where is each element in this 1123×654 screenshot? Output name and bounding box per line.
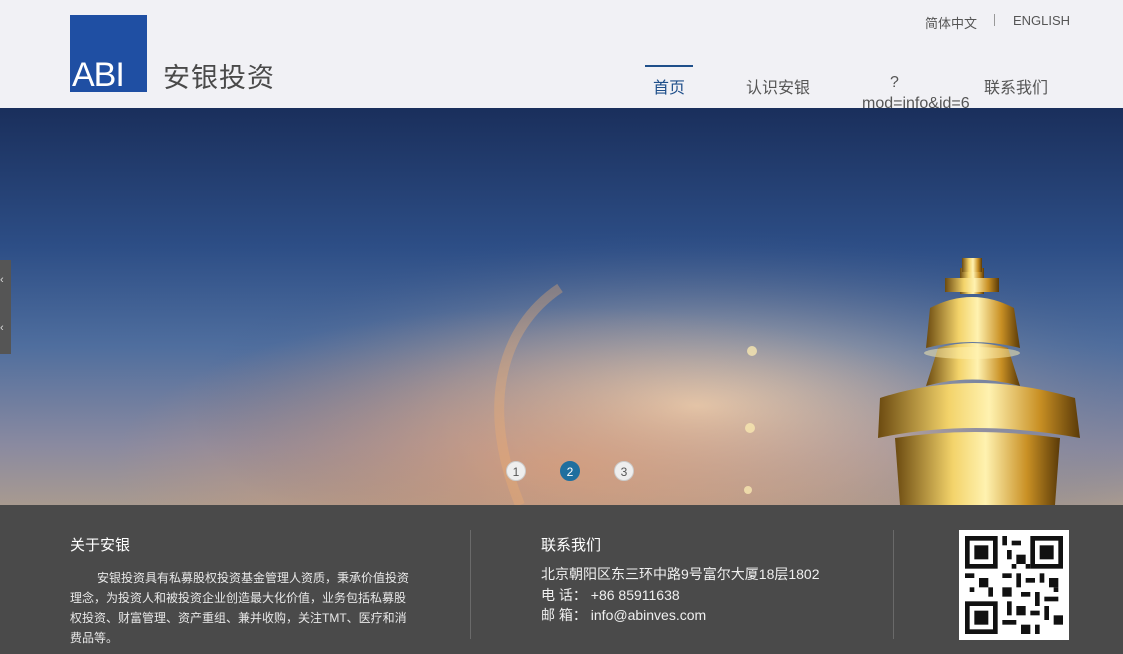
qr-code — [959, 530, 1069, 640]
logo[interactable]: ABI — [70, 15, 147, 92]
side-float-tab[interactable]: ‹ ‹ — [0, 260, 11, 354]
lang-chinese-link[interactable]: 简体中文 — [925, 13, 977, 32]
site-header: ABI 安银投资 简体中文 ENGLISH 首页 认识安银 ? mod=info… — [0, 0, 1123, 112]
site-footer: 关于安银 安银投资具有私募股权投资基金管理人资质，秉承价值投资理念，为投资人和被… — [0, 505, 1123, 654]
lang-english-link[interactable]: ENGLISH — [1013, 13, 1070, 28]
hero-banner[interactable] — [0, 108, 1123, 505]
slide-pagination: 1 2 3 — [0, 461, 1123, 481]
footer-email[interactable]: 邮 箱： info@abinves.com — [541, 605, 706, 625]
footer-about-text: 安银投资具有私募股权投资基金管理人资质，秉承价值投资理念，为投资人和被投资企业创… — [70, 571, 410, 645]
footer-divider — [470, 530, 471, 639]
nav-active-indicator — [645, 65, 693, 67]
nav-broken-link-text[interactable]: mod=info&id=6 — [862, 95, 970, 113]
nav-home[interactable]: 首页 — [645, 74, 693, 98]
footer-divider — [893, 530, 894, 639]
lang-divider — [994, 14, 995, 26]
slide-dot-1[interactable]: 1 — [506, 461, 526, 481]
nav-about[interactable]: 认识安银 — [746, 74, 810, 98]
nav-contact[interactable]: 联系我们 — [984, 74, 1048, 98]
arrow-icon: ‹ — [0, 322, 4, 334]
nav-broken-link[interactable]: ? — [890, 74, 899, 92]
slide-dot-2[interactable]: 2 — [560, 461, 580, 481]
footer-address: 北京朝阳区东三环中路9号富尔大厦18层1802 — [541, 566, 820, 582]
qr-code-image — [965, 536, 1063, 634]
slide-dot-3[interactable]: 3 — [614, 461, 634, 481]
logo-text: ABI — [72, 56, 125, 92]
footer-contact-title: 联系我们 — [541, 537, 602, 554]
banner-image — [0, 108, 1123, 505]
footer-phone: 电 话： +86 85911638 — [541, 587, 680, 603]
footer-about-title: 关于安银 — [70, 537, 131, 554]
arrow-icon: ‹ — [0, 274, 4, 286]
brand-name: 安银投资 — [163, 63, 275, 94]
